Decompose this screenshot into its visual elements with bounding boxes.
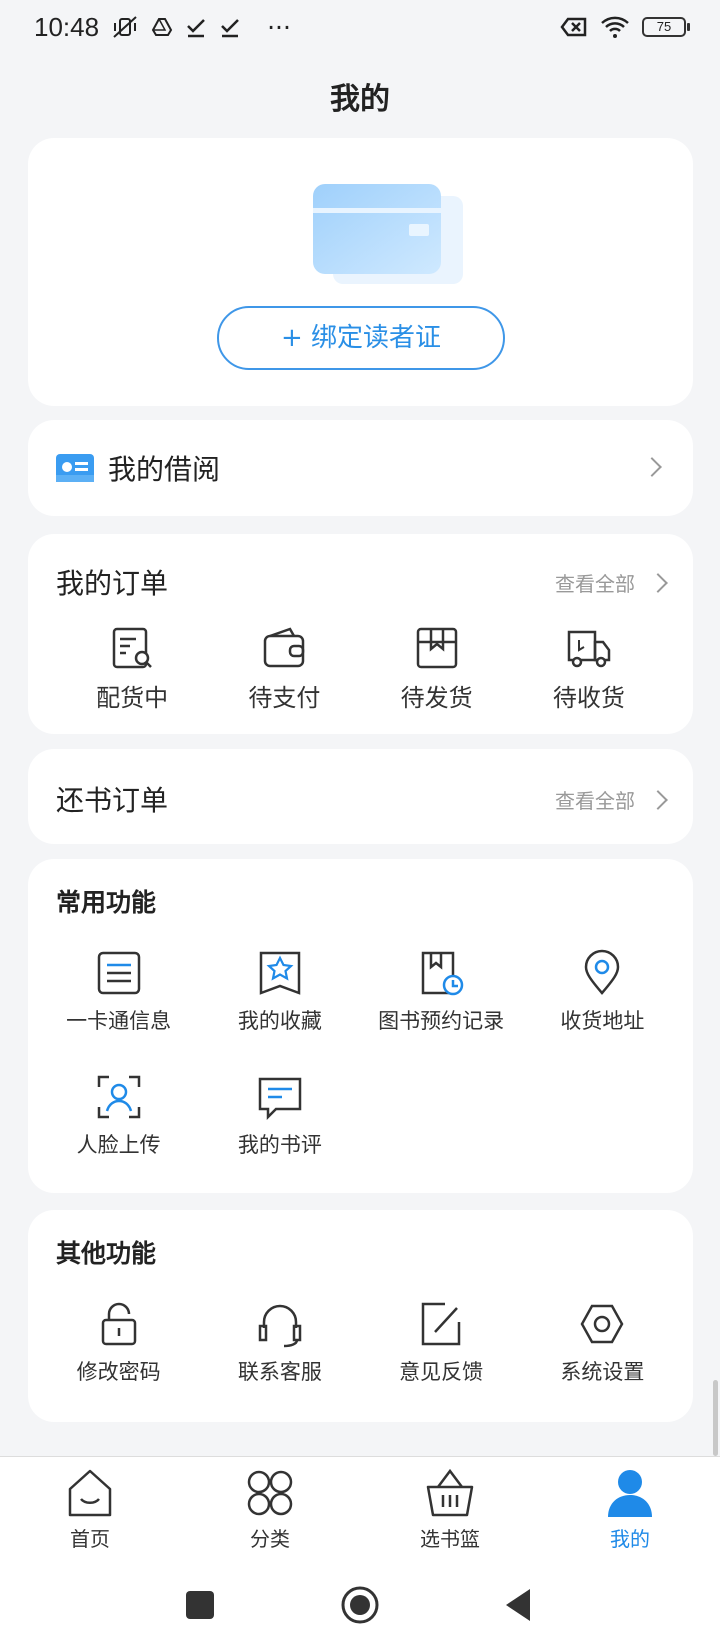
settings-hex-icon [580, 1304, 624, 1344]
function-label: 联系客服 [237, 1360, 322, 1384]
orders-view-all-link[interactable]: 查看全部 [555, 568, 668, 597]
home-icon [68, 1469, 112, 1517]
package-icon [416, 627, 457, 669]
tab-book-basket[interactable]: 选书篮 [390, 1457, 510, 1560]
my-borrow-row[interactable]: 我的借阅 [28, 420, 693, 516]
status-bar: 10:48 ··· 75 [0, 0, 720, 54]
reader-card-illustration [313, 184, 463, 284]
basket-icon [426, 1468, 474, 1517]
function-label: 收货地址 [560, 1009, 645, 1033]
back-button[interactable] [500, 1585, 540, 1625]
wallet-icon [264, 627, 305, 668]
scrollbar[interactable] [713, 1380, 718, 1456]
function-my-reviews[interactable]: 我的书评 [199, 1073, 360, 1197]
tab-home[interactable]: 首页 [30, 1457, 150, 1560]
check-download-icon [221, 19, 239, 38]
page-title: 我的 [330, 82, 390, 117]
truck-icon [567, 630, 611, 668]
status-time: 10:48 [34, 11, 100, 42]
more-notifications-icon: ··· [267, 12, 291, 42]
return-orders-title: 还书订单 [56, 784, 169, 817]
lock-icon [101, 1302, 136, 1346]
chevron-right-icon [648, 789, 668, 810]
book-clock-icon [421, 951, 464, 996]
headset-icon [258, 1304, 302, 1348]
tab-label: 选书篮 [420, 1527, 480, 1551]
sim-off-icon [560, 17, 587, 37]
order-status-label: 待发货 [400, 684, 473, 712]
order-status-label: 待支付 [248, 684, 321, 712]
card-info-icon [97, 951, 140, 995]
function-change-password[interactable]: 修改密码 [38, 1300, 199, 1424]
return-orders-view-all-link[interactable]: 查看全部 [555, 785, 668, 814]
order-status-picking[interactable]: 配货中 [72, 626, 192, 713]
tab-category[interactable]: 分类 [210, 1457, 330, 1560]
user-icon [608, 1470, 652, 1517]
battery-icon: 75 [642, 17, 690, 37]
bookmark-star-icon [259, 951, 301, 995]
function-system-settings[interactable]: 系统设置 [522, 1300, 683, 1424]
order-status-list: 配货中 待支付 待发货 待收货 [56, 626, 665, 713]
face-scan-icon [97, 1075, 140, 1119]
location-pin-icon [585, 949, 620, 995]
view-all-label: 查看全部 [555, 572, 635, 596]
comment-icon [258, 1077, 302, 1121]
other-functions-panel: 其他功能 修改密码 联系客服 意见反馈 系统设置 [28, 1210, 693, 1422]
common-functions-grid: 一卡通信息 我的收藏 图书预约记录 收货地址 人脸上传 我的书评 [38, 949, 683, 1197]
status-bar-right: 75 [560, 15, 690, 39]
common-functions-panel: 常用功能 一卡通信息 我的收藏 图书预约记录 收货地址 人脸上传 我的书评 [28, 859, 693, 1193]
function-delivery-address[interactable]: 收货地址 [522, 949, 683, 1073]
tab-label: 分类 [250, 1527, 290, 1551]
function-card-info[interactable]: 一卡通信息 [38, 949, 199, 1073]
function-feedback[interactable]: 意见反馈 [361, 1300, 522, 1424]
chevron-right-icon [642, 457, 662, 477]
other-functions-title: 其他功能 [56, 1239, 157, 1268]
function-contact-service[interactable]: 联系客服 [199, 1300, 360, 1424]
return-orders-row[interactable]: 还书订单 查看全部 [28, 749, 693, 844]
order-status-to-receive[interactable]: 待收货 [529, 626, 649, 713]
function-face-upload[interactable]: 人脸上传 [38, 1073, 199, 1197]
function-label: 图书预约记录 [378, 1009, 505, 1033]
my-orders-title: 我的订单 [56, 567, 169, 600]
function-label: 系统设置 [560, 1360, 645, 1384]
wifi-icon [601, 16, 629, 38]
function-label: 一卡通信息 [66, 1009, 172, 1033]
function-favorites[interactable]: 我的收藏 [199, 949, 360, 1073]
order-search-icon [112, 627, 153, 669]
bind-reader-card-button[interactable]: + 绑定读者证 [217, 306, 505, 370]
category-icon [247, 1470, 293, 1516]
function-label: 人脸上传 [76, 1133, 161, 1157]
tab-label: 首页 [70, 1527, 110, 1551]
tab-label: 我的 [610, 1527, 650, 1551]
check-download-icon [187, 19, 205, 38]
my-orders-panel: 我的订单 查看全部 配货中 待支付 待发货 待收货 [28, 534, 693, 734]
drive-icon [151, 18, 173, 36]
recents-button[interactable] [180, 1585, 220, 1625]
function-label: 修改密码 [76, 1360, 161, 1384]
mute-vibrate-icon [113, 16, 137, 38]
system-nav-bar [0, 1560, 720, 1650]
chevron-right-icon [648, 572, 668, 593]
view-all-label: 查看全部 [555, 789, 635, 813]
edit-icon [421, 1302, 461, 1346]
function-label: 我的书评 [237, 1133, 322, 1157]
other-functions-grid: 修改密码 联系客服 意见反馈 系统设置 [38, 1300, 683, 1424]
common-functions-title: 常用功能 [56, 888, 157, 917]
my-borrow-label: 我的借阅 [108, 453, 221, 486]
function-label: 意见反馈 [399, 1360, 484, 1384]
order-status-label: 待收货 [552, 684, 625, 712]
order-status-to-ship[interactable]: 待发货 [377, 626, 497, 713]
status-bar-left: 10:48 ··· [34, 12, 291, 43]
order-status-unpaid[interactable]: 待支付 [224, 626, 344, 713]
function-label: 我的收藏 [237, 1009, 322, 1033]
function-book-reservations[interactable]: 图书预约记录 [361, 949, 522, 1073]
tab-mine[interactable]: 我的 [570, 1457, 690, 1560]
order-status-label: 配货中 [96, 684, 169, 712]
reader-card-panel: + 绑定读者证 [28, 138, 693, 406]
home-button[interactable] [340, 1585, 380, 1625]
id-card-icon [56, 454, 94, 482]
bottom-tab-bar: 首页 分类 选书篮 我的 [0, 1456, 720, 1560]
